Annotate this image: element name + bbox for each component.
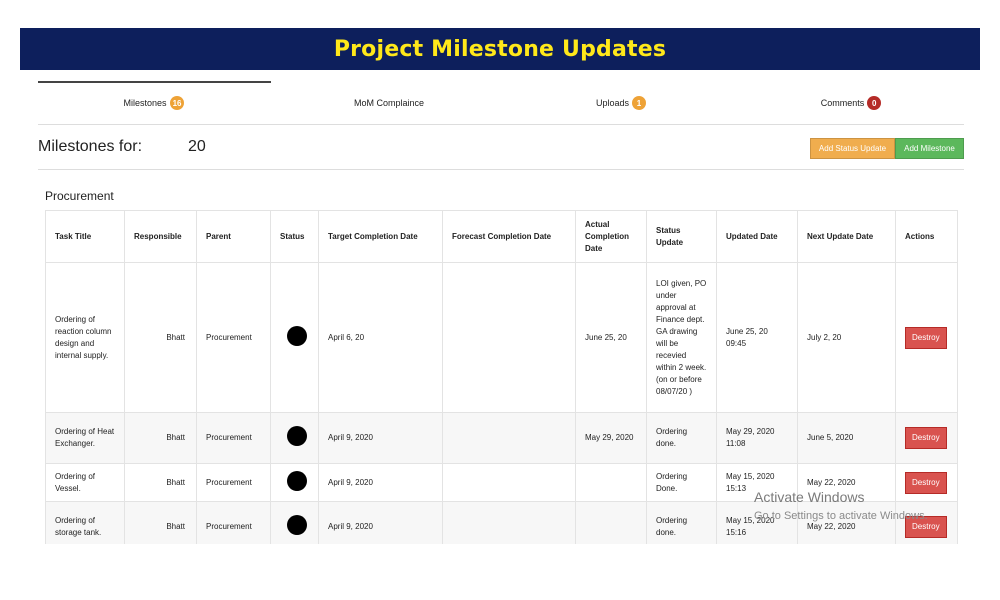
section-title: Procurement: [45, 189, 114, 203]
title-banner: Project Milestone Updates: [20, 28, 980, 70]
status-update-cell: Ordering done.: [646, 501, 717, 544]
parent-cell: Procurement: [196, 262, 271, 413]
add-status-update-button[interactable]: Add Status Update: [810, 138, 895, 159]
milestones-for-label: Milestones for:: [38, 138, 143, 155]
activate-windows-subtitle: Go to Settings to activate Windows.: [754, 510, 928, 522]
column-header-status[interactable]: Status: [270, 210, 319, 263]
forecast-date-cell: [442, 262, 576, 413]
column-header-target-date[interactable]: Target Completion Date: [318, 210, 443, 263]
status-cell: [270, 463, 319, 502]
destroy-button[interactable]: Destroy: [905, 326, 947, 349]
target-date-cell: April 6, 20: [318, 262, 443, 413]
responsible-cell: Bhatt: [124, 501, 197, 544]
tab-label: MoM Complaince: [353, 98, 425, 108]
actions-cell: Destroy: [895, 262, 958, 413]
destroy-button[interactable]: Destroy: [905, 471, 947, 494]
table-row: Ordering of storage tank. Bhatt Procurem…: [45, 501, 958, 544]
updated-date-cell: June 25, 20 09:45: [716, 262, 798, 413]
main-panel: Milestones 16 MoM Complaince Uploads 1 C…: [38, 78, 964, 544]
actual-date-cell: [575, 501, 647, 544]
column-header-forecast-date[interactable]: Forecast Completion Date: [442, 210, 576, 263]
column-header-next-update-date[interactable]: Next Update Date: [797, 210, 896, 263]
tab-uploads[interactable]: Uploads 1: [521, 81, 721, 125]
responsible-name: Bhatt: [166, 332, 185, 342]
target-date-cell: April 9, 2020: [318, 412, 443, 464]
status-cell: [270, 262, 319, 413]
responsible-cell: Bhatt: [124, 463, 197, 502]
tab-milestones[interactable]: Milestones 16: [54, 81, 254, 125]
status-update-cell: LOI given, PO under approval at Finance …: [646, 262, 717, 413]
column-header-actions: Actions: [895, 210, 958, 263]
updated-date-cell: May 15, 2020 15:16: [716, 501, 798, 544]
actual-date-cell: June 25, 20: [575, 262, 647, 413]
next-update-date-cell: July 2, 20: [797, 262, 896, 413]
actual-date-cell: [575, 463, 647, 502]
task-title-cell: Ordering of reaction column design and i…: [45, 262, 125, 413]
tab-bar: Milestones 16 MoM Complaince Uploads 1 C…: [38, 81, 964, 125]
milestones-for-value: 20: [188, 138, 206, 155]
table-row: Ordering of reaction column design and i…: [45, 262, 958, 413]
status-dot-icon: [287, 426, 307, 446]
comments-count-badge: 0: [867, 96, 882, 110]
next-update-date-cell: June 5, 2020: [797, 412, 896, 464]
status-cell: [270, 412, 319, 464]
milestones-count-badge: 16: [169, 96, 185, 110]
forecast-date-cell: [442, 501, 576, 544]
parent-cell: Procurement: [196, 463, 271, 502]
responsible-name: Bhatt: [166, 477, 185, 487]
actions-cell: Destroy: [895, 463, 958, 502]
parent-cell: Procurement: [196, 412, 271, 464]
parent-cell: Procurement: [196, 501, 271, 544]
responsible-cell: Bhatt: [124, 262, 197, 413]
status-dot-icon: [287, 470, 307, 491]
column-header-status-update[interactable]: Status Update: [646, 210, 717, 263]
status-dot-icon: [287, 325, 307, 346]
task-title-cell: Ordering of Vessel.: [45, 463, 125, 502]
forecast-date-cell: [442, 412, 576, 464]
page: Project Milestone Updates Milestones 16 …: [0, 0, 1000, 600]
updated-date-cell: May 29, 2020 11:08: [716, 412, 798, 464]
next-update-date-cell: May 22, 2020: [797, 501, 896, 544]
status-dot-icon: [287, 514, 307, 535]
actions-cell: Destroy: [895, 412, 958, 464]
task-title-cell: Ordering of Heat Exchanger.: [45, 412, 125, 464]
status-cell: [270, 501, 319, 544]
actual-date-cell: May 29, 2020: [575, 412, 647, 464]
target-date-cell: April 9, 2020: [318, 501, 443, 544]
target-date-cell: April 9, 2020: [318, 463, 443, 502]
column-header-responsible[interactable]: Responsible: [124, 210, 197, 263]
uploads-count-badge: 1: [632, 96, 647, 110]
tab-label: Comments: [820, 98, 865, 108]
column-header-task-title[interactable]: Task Title: [45, 210, 125, 263]
column-header-updated-date[interactable]: Updated Date: [716, 210, 798, 263]
column-header-parent[interactable]: Parent: [196, 210, 271, 263]
responsible-name: Bhatt: [166, 521, 185, 531]
status-update-cell: Ordering Done.: [646, 463, 717, 502]
add-milestone-button[interactable]: Add Milestone: [895, 138, 964, 159]
actions-cell: Destroy: [895, 501, 958, 544]
tab-label: Uploads: [595, 98, 630, 108]
responsible-name: Bhatt: [166, 433, 185, 442]
activate-windows-title: Activate Windows: [754, 489, 865, 505]
column-header-actual-date[interactable]: Actual Completion Date: [575, 210, 647, 263]
page-title: Project Milestone Updates: [333, 36, 667, 62]
forecast-date-cell: [442, 463, 576, 502]
table-row: Ordering of Heat Exchanger. Bhatt Procur…: [45, 412, 958, 464]
destroy-button[interactable]: Destroy: [905, 427, 947, 449]
table-header-row: Task Title Responsible Parent Status Tar…: [45, 210, 958, 263]
status-update-cell: Ordering done.: [646, 412, 717, 464]
tab-mom-compliance[interactable]: MoM Complaince: [289, 81, 489, 125]
tab-label: Milestones: [123, 98, 167, 108]
task-title-cell: Ordering of storage tank.: [45, 501, 125, 544]
responsible-cell: Bhatt: [124, 412, 197, 464]
tab-comments[interactable]: Comments 0: [751, 81, 951, 125]
